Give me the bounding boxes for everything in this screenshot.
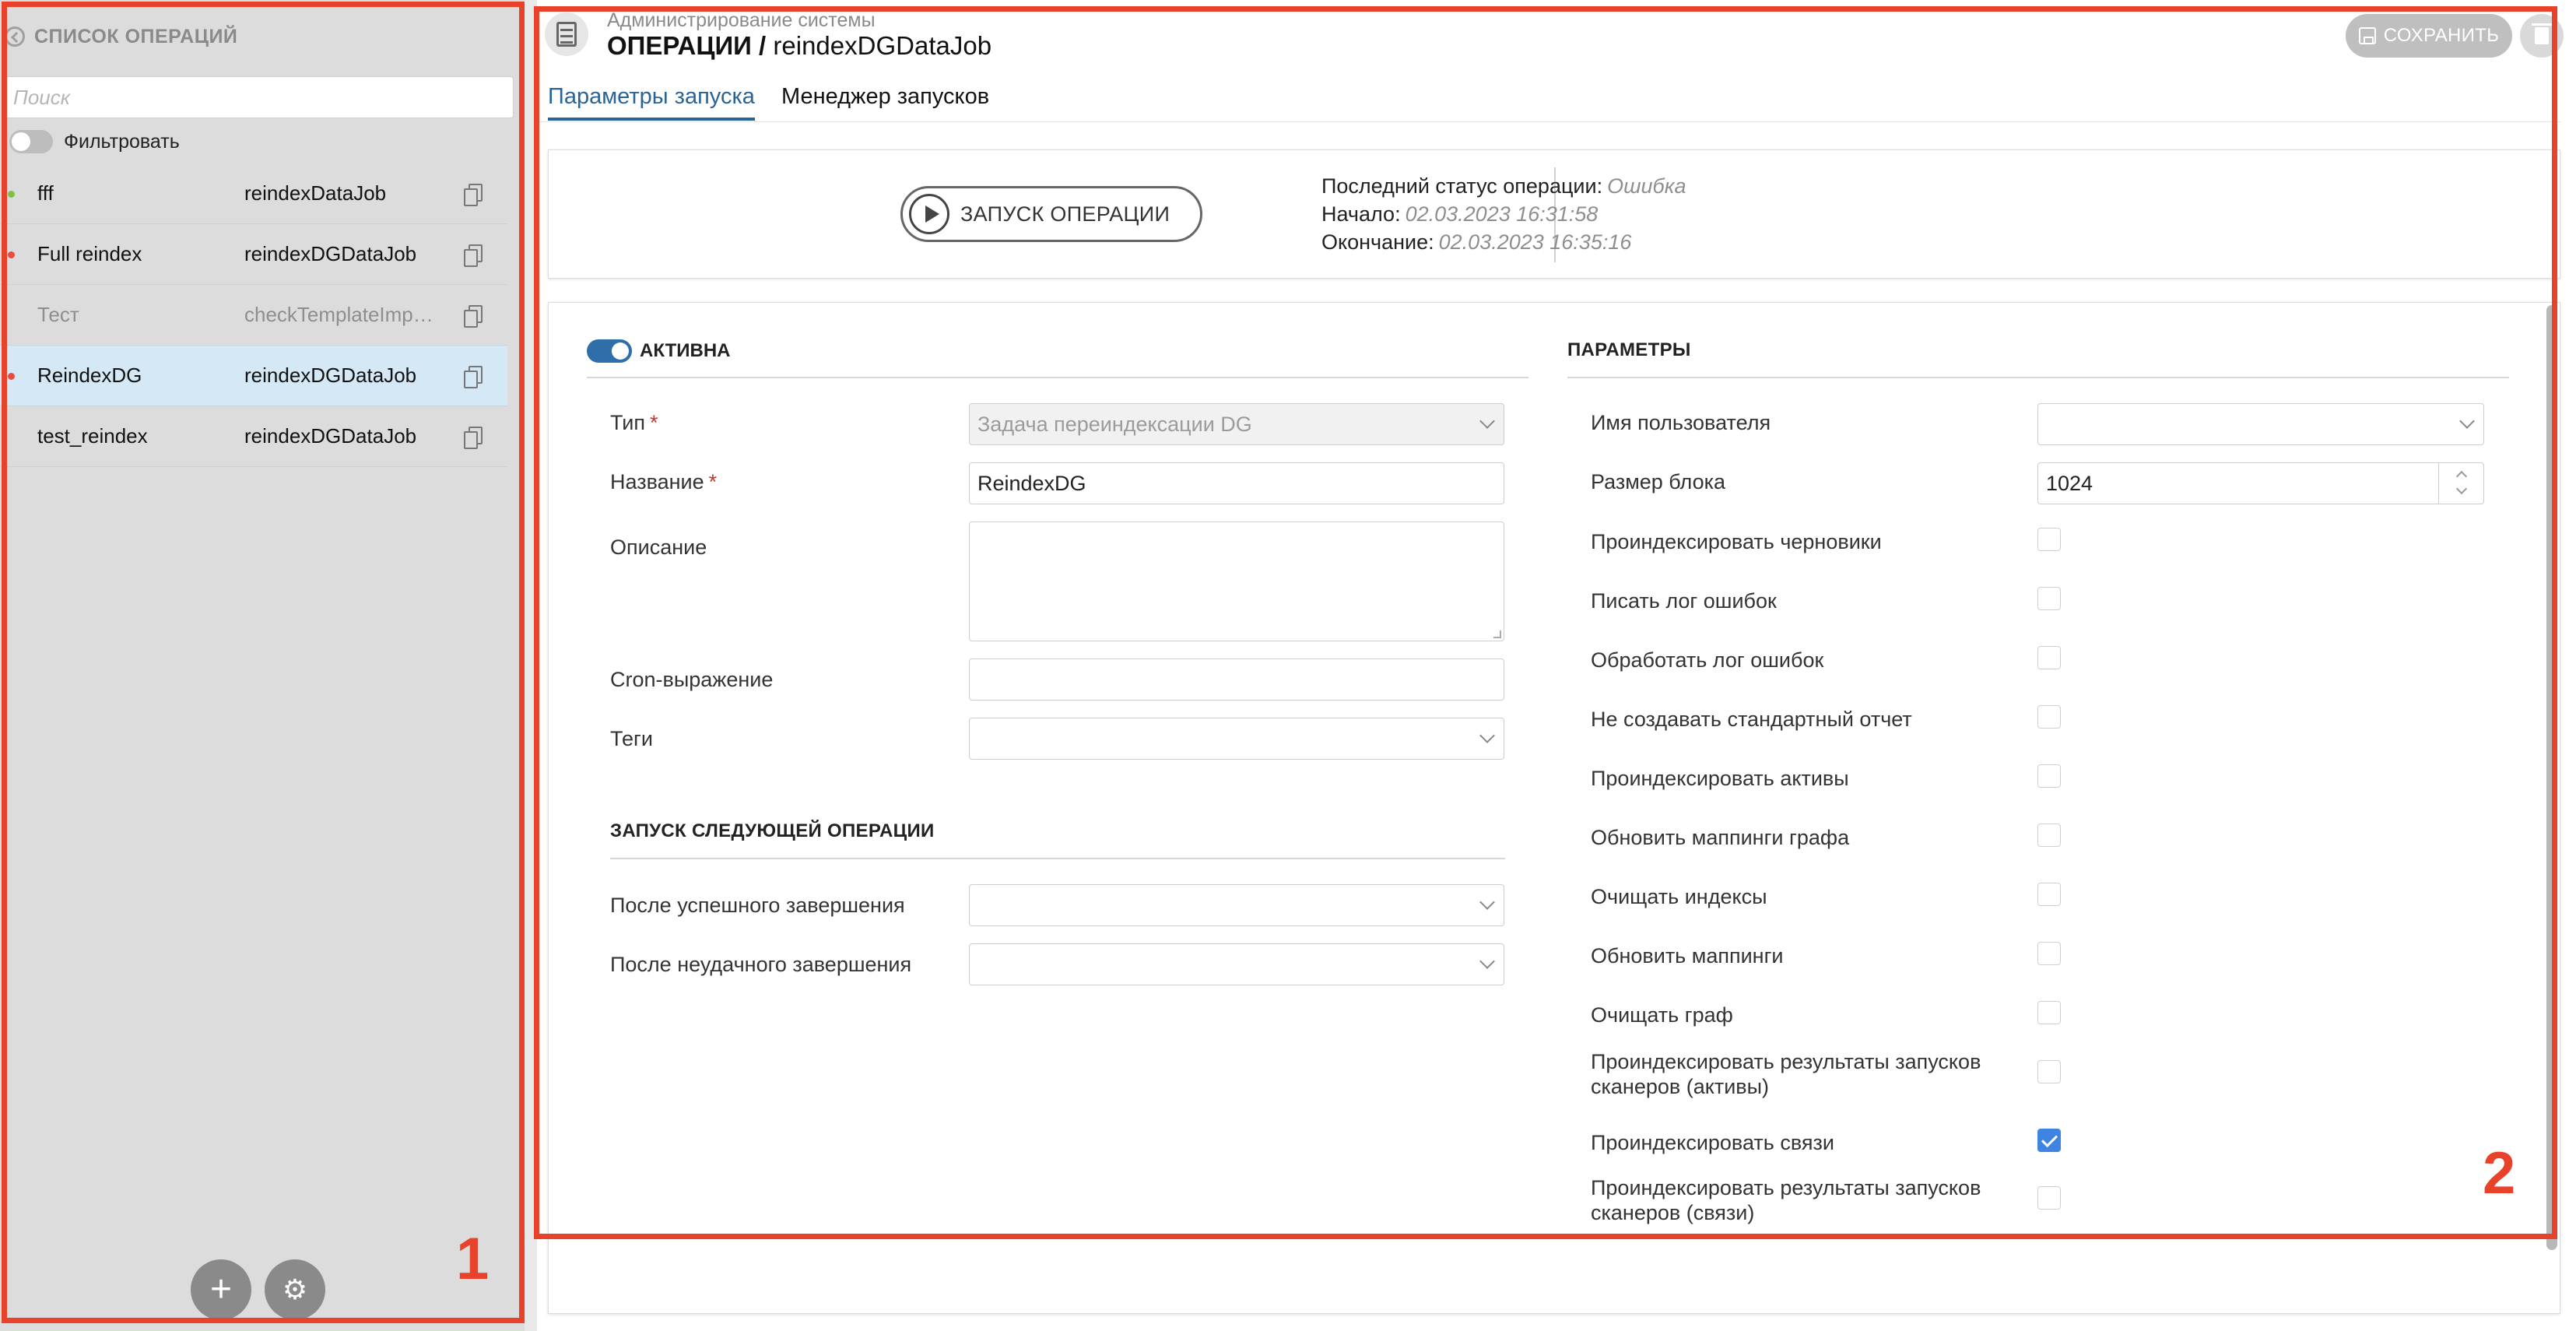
annotation-number-1: 1 xyxy=(456,1226,490,1292)
annotation-number-2: 2 xyxy=(2483,1140,2516,1206)
annotation-box-1 xyxy=(2,2,525,1323)
annotation-box-2 xyxy=(534,6,2557,1239)
